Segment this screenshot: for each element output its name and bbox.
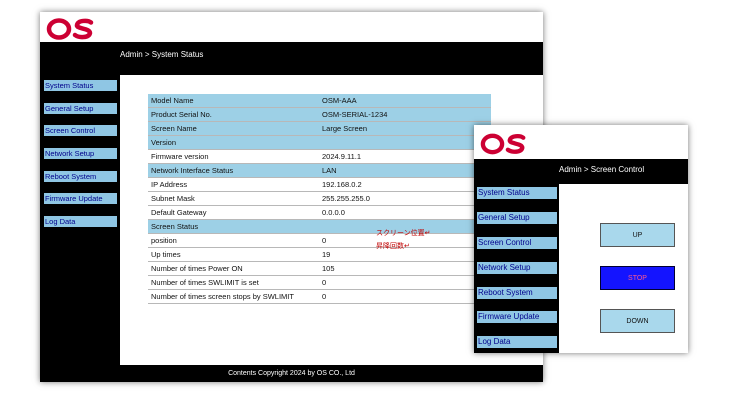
- sidebar-item-system-status[interactable]: System Status: [477, 187, 557, 199]
- row-label: Screen Status: [148, 219, 319, 234]
- sidebar-item-log-data[interactable]: Log Data: [44, 216, 117, 227]
- row-label: Model Name: [148, 94, 319, 108]
- table-row: Number of times Power ON 105: [148, 261, 491, 276]
- row-value: 0: [319, 275, 491, 290]
- sidebar-item-general-setup[interactable]: General Setup: [477, 212, 557, 224]
- copyright-text: Contents Copyright 2024 by OS CO., Ltd: [228, 370, 355, 377]
- stop-button[interactable]: STOP: [600, 266, 675, 290]
- os-logo: [480, 131, 530, 162]
- row-value: OSM-AAA: [319, 94, 491, 108]
- down-button[interactable]: DOWN: [600, 309, 675, 333]
- breadcrumb: Admin > System Status: [120, 50, 204, 59]
- row-value: [319, 135, 491, 150]
- row-label: Default Gateway: [148, 205, 319, 220]
- sidebar-item-screen-control[interactable]: Screen Control: [477, 237, 557, 249]
- row-value: 2024.9.11.1: [319, 149, 491, 164]
- sidebar-item-screen-control[interactable]: Screen Control: [44, 125, 117, 136]
- row-value: 192.168.0.2: [319, 177, 491, 192]
- sidebar-item-firmware-update[interactable]: Firmware Update: [44, 193, 117, 204]
- sidebar-item-system-status[interactable]: System Status: [44, 80, 117, 91]
- row-label: Version: [148, 135, 319, 150]
- row-label: Firmware version: [148, 149, 319, 164]
- top-header: Admin > System Status: [40, 42, 543, 75]
- screen-control-window: Admin > Screen Control System Status Gen…: [474, 125, 688, 353]
- row-label: Number of times SWLIMIT is set: [148, 275, 319, 290]
- row-value: 255.255.255.0: [319, 191, 491, 206]
- sidebar-item-general-setup[interactable]: General Setup: [44, 103, 117, 114]
- row-value: Large Screen: [319, 121, 491, 136]
- sidebar-item-network-setup[interactable]: Network Setup: [477, 262, 557, 274]
- row-label: Subnet Mask: [148, 191, 319, 206]
- table-row: position 0: [148, 233, 491, 248]
- row-value: 0: [319, 289, 491, 304]
- table-row: Subnet Mask 255.255.255.0: [148, 191, 491, 206]
- row-label: Number of times Power ON: [148, 261, 319, 276]
- row-value: 105: [319, 261, 491, 276]
- row-value: LAN: [319, 163, 491, 178]
- row-label: Screen Name: [148, 121, 319, 136]
- status-table: Model Name OSM-AAA Product Serial No. OSM-S…: [148, 94, 491, 304]
- table-row: IP Address 192.168.0.2: [148, 177, 491, 192]
- system-status-window: Admin > System Status System Status Gene…: [40, 12, 543, 382]
- sidebar-item-reboot-system[interactable]: Reboot System: [44, 171, 117, 182]
- row-label: Number of times screen stops by SWLIMIT: [148, 289, 319, 304]
- row-label: position: [148, 233, 319, 248]
- table-row: Network Interface Status LAN: [148, 163, 491, 178]
- footer: Contents Copyright 2024 by OS CO., Ltd: [40, 365, 543, 382]
- row-value: OSM-SERIAL-1234: [319, 107, 491, 122]
- sidebar-item-log-data[interactable]: Log Data: [477, 336, 557, 348]
- row-label: Product Serial No.: [148, 107, 319, 122]
- table-row: Screen Name Large Screen: [148, 121, 491, 136]
- table-row: Default Gateway 0.0.0.0: [148, 205, 491, 220]
- table-row: Screen Status: [148, 219, 491, 234]
- table-row: Product Serial No. OSM-SERIAL-1234: [148, 107, 491, 122]
- table-row: Up times 19: [148, 247, 491, 262]
- sidebar-item-network-setup[interactable]: Network Setup: [44, 148, 117, 159]
- row-label: Up times: [148, 247, 319, 262]
- position-note: スクリーン位置↵: [376, 230, 431, 237]
- sidebar: System Status General Setup Screen Contr…: [40, 75, 120, 365]
- sidebar-item-firmware-update[interactable]: Firmware Update: [477, 311, 557, 323]
- top-header: Admin > Screen Control: [474, 159, 688, 184]
- up-times-note: 昇降回数↵: [376, 243, 410, 250]
- row-label: Network Interface Status: [148, 163, 319, 178]
- sidebar-item-reboot-system[interactable]: Reboot System: [477, 287, 557, 299]
- table-row: Number of times SWLIMIT is set 0: [148, 275, 491, 290]
- breadcrumb: Admin > Screen Control: [559, 165, 645, 174]
- table-row: Version: [148, 135, 491, 150]
- table-row: Model Name OSM-AAA: [148, 94, 491, 108]
- sidebar: System Status General Setup Screen Contr…: [474, 184, 559, 353]
- table-row: Firmware version 2024.9.11.1: [148, 149, 491, 164]
- row-value: 0.0.0.0: [319, 205, 491, 220]
- up-button[interactable]: UP: [600, 223, 675, 247]
- row-label: IP Address: [148, 177, 319, 192]
- table-row: Number of times screen stops by SWLIMIT 0: [148, 289, 491, 304]
